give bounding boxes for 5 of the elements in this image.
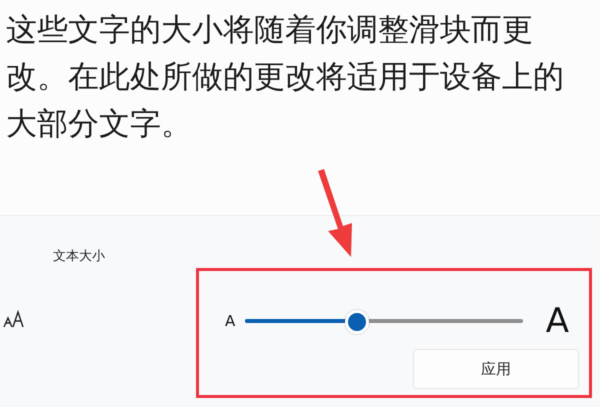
apply-button[interactable]: 应用 <box>413 349 579 389</box>
small-a-label: A <box>225 312 236 330</box>
large-a-label: A <box>546 301 569 341</box>
description-text: 这些文字的大小将随着你调整滑块而更改。在此处所做的更改将适用于设备上的大部分文字。 <box>5 11 564 144</box>
setting-label: 文本大小 <box>53 248 105 265</box>
